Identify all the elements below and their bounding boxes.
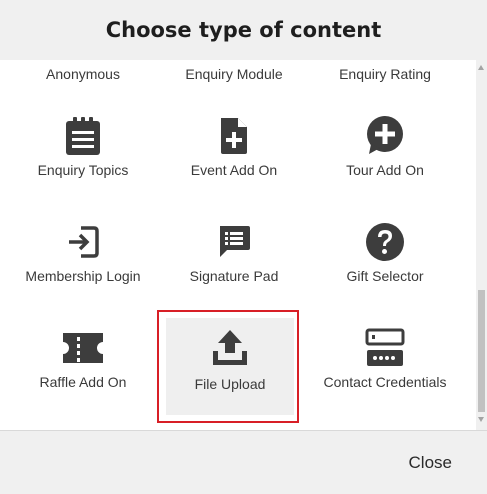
tile-label: Membership Login (25, 268, 141, 284)
tile-label: Contact Credentials (323, 374, 447, 390)
item-enquiry-module[interactable]: Enquiry Module (159, 66, 309, 82)
close-button[interactable]: Close (409, 453, 452, 473)
clipboard-list-icon (8, 116, 158, 156)
question-circle-icon (310, 222, 460, 262)
tile-label: Enquiry Topics (37, 162, 129, 178)
item-membership-login[interactable]: Membership Login (8, 216, 158, 316)
dialog-title: Choose type of content (105, 18, 382, 42)
dialog-header: Choose type of content (0, 0, 487, 60)
item-enquiry-topics[interactable]: Enquiry Topics (8, 110, 158, 210)
tile-label: Signature Pad (189, 268, 279, 284)
message-lines-icon (159, 222, 309, 262)
item-gift-selector[interactable]: Gift Selector (310, 216, 460, 316)
selection-highlight (157, 310, 299, 423)
dialog-footer: Close (0, 430, 487, 494)
scroll-down-arrow-icon[interactable] (478, 417, 484, 422)
scrollbar-thumb[interactable] (478, 290, 485, 412)
item-signature-pad[interactable]: Signature Pad (159, 216, 309, 316)
partial-row: Anonymous Enquiry Module Enquiry Rating (0, 60, 476, 90)
vertical-scrollbar[interactable] (476, 60, 487, 430)
item-raffle-add-on[interactable]: Raffle Add On (8, 322, 158, 422)
login-arrow-icon (8, 222, 158, 262)
chat-plus-icon (310, 116, 460, 156)
item-contact-credentials[interactable]: Contact Credentials (310, 322, 460, 422)
content-grid: Anonymous Enquiry Module Enquiry Rating … (0, 60, 476, 430)
tile-label: Tour Add On (346, 162, 424, 178)
file-plus-icon (159, 116, 309, 156)
ticket-icon (8, 328, 158, 368)
item-tour-add-on[interactable]: Tour Add On (310, 110, 460, 210)
credentials-form-icon (310, 328, 460, 368)
tile-label: Event Add On (190, 162, 278, 178)
tile-label: Gift Selector (346, 268, 424, 284)
item-enquiry-rating[interactable]: Enquiry Rating (310, 66, 460, 82)
tile-label: Raffle Add On (39, 374, 127, 390)
item-event-add-on[interactable]: Event Add On (159, 110, 309, 210)
scroll-up-arrow-icon[interactable] (478, 65, 484, 70)
item-anonymous[interactable]: Anonymous (8, 66, 158, 82)
